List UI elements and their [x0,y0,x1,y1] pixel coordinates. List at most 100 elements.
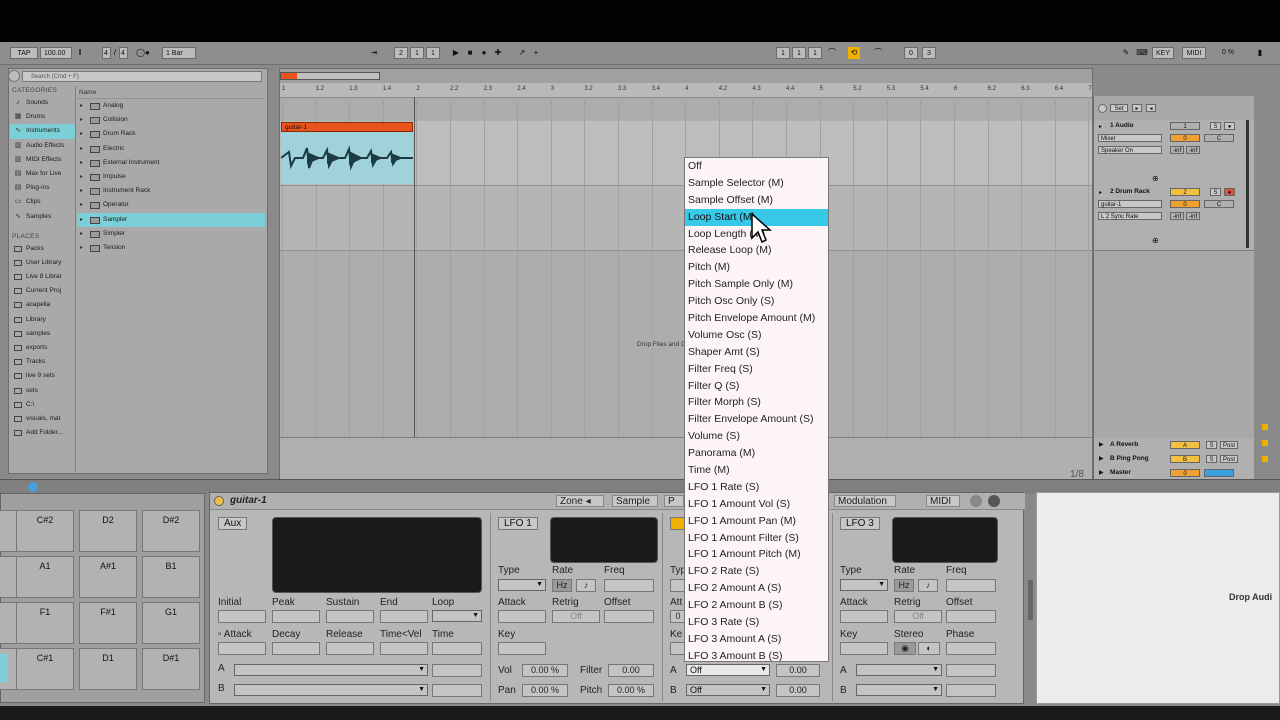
aux-a-destination[interactable]: ▼ [234,664,428,676]
lfo3-phase-field[interactable] [946,642,996,655]
play-icon[interactable]: ▶ [1099,455,1104,462]
place-packs[interactable]: Packs [10,242,75,256]
place-library[interactable]: Library [10,313,75,327]
name-column-header[interactable]: Name [77,88,265,99]
menu-item[interactable]: LFO 1 Amount Filter (S) [685,530,828,547]
drum-pad[interactable]: D2 [79,510,137,552]
add-device-icon[interactable]: ⊕ [1152,236,1159,245]
track-name[interactable]: 2 Drum Rack [1110,188,1150,195]
browser-item-operator[interactable]: ▸ Operator [77,198,265,212]
drum-pad[interactable]: B1 [142,556,200,598]
menu-item[interactable]: Pitch Sample Only (M) [685,276,828,293]
menu-item[interactable]: LFO 1 Rate (S) [685,479,828,496]
lfo3-hz-button[interactable]: Hz [894,579,914,592]
return-letter[interactable]: B [1170,455,1200,463]
lfo3-stereo-spin-icon[interactable]: ◐ [918,642,940,655]
menu-item[interactable]: Pitch (M) [685,259,828,276]
audio-clip[interactable]: guitar-1 [280,122,413,184]
return-post-button[interactable]: Post [1220,455,1238,463]
browser-item-collision[interactable]: ▸ Collision [77,113,265,127]
peak-field[interactable] [272,610,320,623]
device-power-icon[interactable] [214,496,224,506]
settings-circle-icon[interactable] [1098,104,1107,113]
beat-ruler[interactable]: 1 1.2 1.3 1.4 2 2.2 2.3 2.4 3 3.2 3.3 3.4 4 4.2 4.3 4.4… [280,83,1092,98]
track-solo-button[interactable]: S [1210,122,1221,130]
aux-b-destination[interactable]: ▼ [234,684,428,696]
stop-icon[interactable]: ■ [464,47,476,59]
info-view-icon[interactable] [28,482,38,492]
menu-item[interactable]: LFO 1 Amount Pan (M) [685,513,828,530]
add-folder-button[interactable]: Add Folder... [10,426,75,440]
aux-b-amount[interactable] [432,684,482,697]
aux-envelope-button[interactable]: Aux [218,517,248,530]
track-name[interactable]: A Reverb [1110,441,1138,448]
view-toggle-icon[interactable] [1262,424,1268,430]
place-live9-sets[interactable]: live 9 sets [10,369,75,383]
menu-item[interactable]: LFO 3 Amount A (S) [685,631,828,648]
loop-mode-select[interactable]: ▼ [432,610,482,622]
attack-field[interactable] [218,642,266,655]
loop-start-sixteenths[interactable]: 1 [808,47,822,59]
expand-icon[interactable]: ▸ [80,156,83,170]
drum-pad[interactable]: D#1 [142,648,200,690]
return-track-b[interactable]: ▶ B Ping Pong B S Post [1094,452,1254,467]
tab-pitch[interactable]: P [664,495,684,507]
category-instruments[interactable]: ∿ Instruments [10,124,75,139]
menu-item[interactable]: LFO 2 Amount B (S) [685,597,828,614]
menu-item[interactable]: LFO 1 Amount Vol (S) [685,496,828,513]
mixer-track-audio[interactable]: ▸ 1 Audio Mixer Speaker On 1 0 -inf -inf… [1094,120,1254,187]
return-post-button[interactable]: Post [1220,441,1238,449]
save-preset-icon[interactable] [988,495,1000,507]
tab-modulation[interactable]: Modulation [834,495,896,507]
track-name[interactable]: B Ping Pong [1110,455,1149,462]
set-button[interactable]: Set [1110,104,1128,112]
view-toggle-icon[interactable] [1262,456,1268,462]
lfo1-type-select[interactable]: ▼ [498,579,546,591]
menu-item[interactable]: Time (M) [685,462,828,479]
time-field[interactable] [432,642,482,655]
track-pan[interactable]: C [1204,200,1234,208]
lfo1-retrig-button[interactable]: Off [552,610,600,623]
category-samples[interactable]: ∿ Samples [10,210,75,224]
category-clips[interactable]: ▭ Clips [10,195,75,209]
place-tracks[interactable]: Tracks [10,355,75,369]
place-user-library[interactable]: User Library [10,256,75,270]
browser-toggle-icon[interactable] [8,70,20,82]
attack-toggle[interactable]: ▫ Attack [218,629,252,640]
expand-icon[interactable]: ▸ [80,113,83,127]
place-c-drive[interactable]: C:\ [10,398,75,412]
menu-item[interactable]: Volume (S) [685,428,828,445]
loop-end-marker[interactable] [414,97,415,485]
menu-item[interactable]: Volume Osc (S) [685,327,828,344]
lfo3-a-amount[interactable] [946,664,996,677]
position-bars[interactable]: 2 [394,47,408,59]
category-sounds[interactable]: ♪ Sounds [10,96,75,110]
expand-icon[interactable]: ▸ [80,213,83,227]
initial-field[interactable] [218,610,266,623]
record-icon[interactable]: ● [478,47,490,59]
menu-item[interactable]: LFO 2 Rate (S) [685,563,828,580]
time-sig-numerator[interactable]: 4 [102,47,111,59]
mixer-scrollbar[interactable] [1246,120,1249,248]
track-name[interactable]: Master [1110,469,1131,476]
menu-item[interactable]: Filter Envelope Amount (S) [685,411,828,428]
browser-item-tension[interactable]: ▸ Tension [77,241,265,255]
track-solo-button[interactable]: S [1210,188,1221,196]
lfo1-button[interactable]: LFO 1 [498,517,538,530]
clip-name[interactable]: guitar-1 [281,122,413,132]
lfo1-freq-field[interactable] [604,579,654,592]
menu-item[interactable]: Release Loop (M) [685,242,828,259]
solo-indicator-icon[interactable]: ◂ [1146,104,1156,112]
end-field[interactable] [380,610,428,623]
overdub-icon[interactable]: ✚ [492,47,504,59]
tap-button[interactable]: TAP [10,47,38,59]
lfo2-b-amount[interactable]: 0.00 [776,684,820,697]
loop-length-beats[interactable]: 3 [922,47,936,59]
browser-item-impulse[interactable]: ▸ Impulse [77,170,265,184]
menu-item[interactable]: Filter Morph (S) [685,394,828,411]
lfo2-a-amount[interactable]: 0.00 [776,664,820,677]
tab-zone[interactable]: Zone ◂ [556,495,604,507]
return-track-a[interactable]: ▶ A Reverb A S Post [1094,438,1254,453]
quantize-menu[interactable]: 1 Bar [162,47,196,59]
lfo3-freq-field[interactable] [946,579,996,592]
